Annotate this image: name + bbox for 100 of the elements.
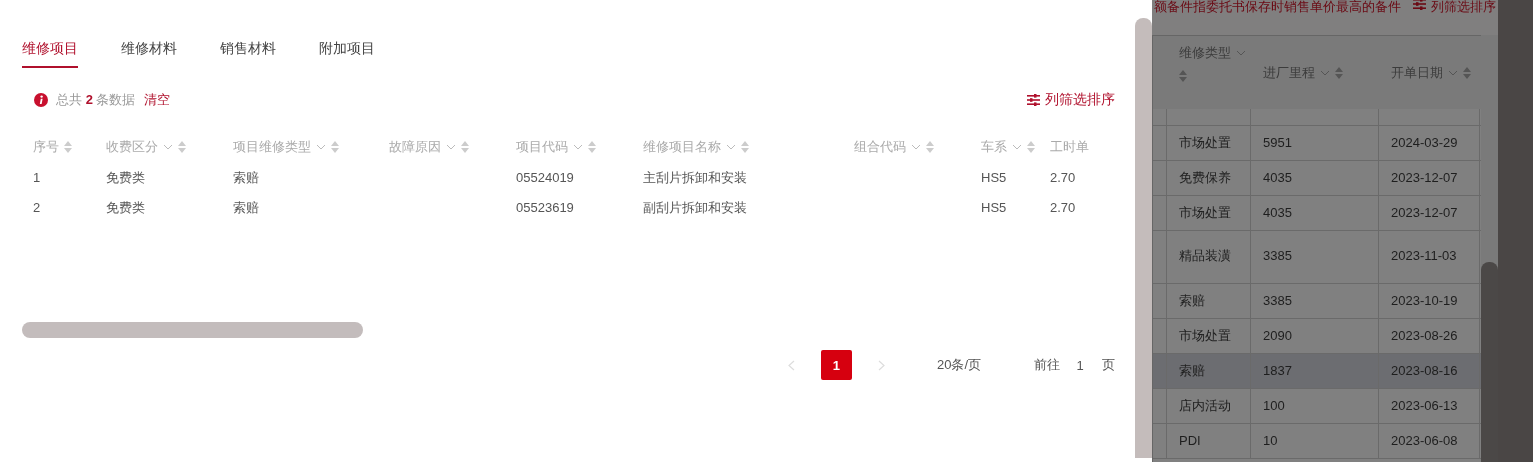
vertical-scrollbar[interactable] — [1135, 18, 1152, 458]
table-cell: 2023-11-03 — [1391, 248, 1457, 263]
table-cell: 4035 — [1263, 205, 1292, 220]
chevron-down-icon — [911, 144, 921, 150]
sort-icon — [64, 141, 72, 153]
chevron-down-icon — [446, 144, 456, 150]
column-header[interactable]: 收费区分 — [106, 138, 173, 156]
column-sort-button[interactable]: 列筛选排序 — [1413, 0, 1496, 16]
table-cell: 市场处置 — [1179, 205, 1231, 220]
table-cell: HS5 — [981, 170, 1007, 185]
table-cell: 2.70 — [1050, 170, 1076, 185]
table-cell: 索赔 — [1179, 293, 1205, 308]
table-cell: 2023-08-26 — [1391, 328, 1458, 343]
table-row[interactable]: 店内活动 100 2023-06-13 — [1153, 389, 1481, 424]
sort-icon — [588, 141, 596, 153]
table-cell: 2.70 — [1050, 200, 1076, 215]
column-header[interactable]: 开单日期 — [1391, 63, 1443, 82]
table-cell: PDI — [1179, 433, 1201, 448]
table-cell: 10 — [1263, 433, 1278, 448]
table-cell: 2023-12-07 — [1391, 205, 1458, 220]
page-size-select[interactable]: 20条/页 — [936, 356, 981, 374]
filter-icon — [1413, 0, 1426, 10]
column-header[interactable]: 维修类型 — [1179, 44, 1231, 62]
table-row[interactable]: 索赔 1837 2023-08-16 — [1153, 354, 1481, 389]
table-row[interactable]: PDI 10 2023-06-08 — [1153, 424, 1481, 459]
table-cell: 市场处置 — [1179, 328, 1231, 343]
clear-link[interactable]: 清空 — [144, 91, 171, 109]
chevron-down-icon — [726, 144, 736, 150]
chevron-down-icon — [1320, 69, 1330, 76]
chevron-left-icon — [787, 359, 795, 371]
table-cell: 100 — [1263, 398, 1285, 413]
table-row[interactable]: 索赔 3385 2023-10-19 — [1153, 284, 1481, 319]
table-cell: 05524019 — [516, 170, 574, 185]
table-cell: HS5 — [981, 200, 1007, 215]
chevron-down-icon — [316, 144, 326, 150]
chevron-down-icon — [163, 144, 173, 150]
column-header[interactable]: 项目代码 — [516, 138, 583, 156]
table-row[interactable]: 市场处置 5951 2024-03-29 — [1153, 126, 1481, 161]
tab[interactable]: 维修材料 — [121, 38, 177, 68]
table-cell: 2023-06-13 — [1391, 398, 1458, 413]
chevron-right-icon — [877, 359, 885, 371]
table-cell: 2090 — [1263, 328, 1292, 343]
column-header[interactable]: 故障原因 — [389, 138, 456, 156]
chevron-down-icon — [573, 144, 583, 150]
table-row[interactable]: 市场处置 4035 2023-12-07 — [1153, 196, 1481, 231]
table-cell: 主刮片拆卸和安装 — [643, 170, 747, 185]
goto-label: 前往 — [1034, 356, 1060, 374]
table-cell: 免费保养 — [1179, 170, 1231, 185]
table-cell: 市场处置 — [1179, 135, 1231, 150]
column-sort-button[interactable]: 列筛选排序 — [1027, 91, 1115, 109]
tab[interactable]: 销售材料 — [220, 38, 276, 68]
table-row[interactable]: 免费保养 4035 2023-12-07 — [1153, 161, 1481, 196]
sort-icon — [331, 141, 339, 153]
horizontal-scrollbar[interactable] — [22, 322, 363, 338]
table-cell: 1837 — [1263, 363, 1292, 378]
page-label: 页 — [1102, 356, 1115, 374]
table-cell: 3385 — [1263, 293, 1292, 308]
column-header[interactable]: 维修项目名称 — [643, 138, 736, 156]
column-header[interactable]: 工时单 — [1050, 138, 1089, 156]
table-cell: 1 — [33, 170, 41, 185]
sort-icon — [1463, 66, 1471, 79]
column-header[interactable]: 序号 — [33, 138, 59, 156]
tab[interactable]: 附加项目 — [319, 38, 375, 68]
chevron-down-icon — [1236, 50, 1246, 56]
chevron-down-icon — [1448, 69, 1458, 76]
table-cell: 5951 — [1263, 135, 1292, 150]
table-cell: 副刮片拆卸和安装 — [643, 200, 747, 215]
column-header[interactable]: 项目维修类型 — [233, 138, 326, 156]
table-cell: 2023-10-19 — [1391, 293, 1458, 308]
tab[interactable]: 维修项目 — [22, 38, 78, 68]
notice-text: 额备件指委托书保存时销售单价最高的备件 — [1154, 0, 1401, 16]
table-cell: 3385 — [1263, 248, 1292, 263]
summary-text: 总共 2 条数据 — [56, 91, 136, 109]
page-button[interactable]: 1 — [820, 350, 852, 380]
table-cell: 2 — [33, 200, 41, 215]
sort-icon — [461, 141, 469, 153]
table-cell: 2023-08-16 — [1391, 363, 1458, 378]
table-row[interactable]: 精品装潢 3385 2023-11-03 — [1153, 231, 1481, 284]
table-cell: 精品装潢 — [1179, 248, 1231, 263]
table-row[interactable]: 市场处置 2090 2023-08-26 — [1153, 319, 1481, 354]
table-cell: 索赔 — [233, 200, 259, 215]
table-cell: 05523619 — [516, 200, 574, 215]
table-cell: 2023-06-08 — [1391, 433, 1458, 448]
sort-icon — [178, 141, 186, 153]
sort-icon — [741, 141, 749, 153]
table-cell: 2024-03-29 — [1391, 135, 1458, 150]
table-cell: 2023-12-07 — [1391, 170, 1458, 185]
sort-icon — [1027, 141, 1035, 153]
chevron-down-icon — [1012, 144, 1022, 150]
sort-icon — [1335, 66, 1343, 79]
table-cell: 索赔 — [233, 170, 259, 185]
filter-icon — [1027, 94, 1040, 106]
sort-icon — [1179, 70, 1187, 82]
table-cell: 4035 — [1263, 170, 1292, 185]
column-header[interactable]: 组合代码 — [854, 138, 921, 156]
table-cell: 店内活动 — [1179, 398, 1231, 413]
column-header[interactable]: 车系 — [981, 138, 1022, 156]
table-cell: 免费类 — [106, 170, 145, 185]
sort-icon — [926, 141, 934, 153]
table-cell: 免费类 — [106, 200, 145, 215]
